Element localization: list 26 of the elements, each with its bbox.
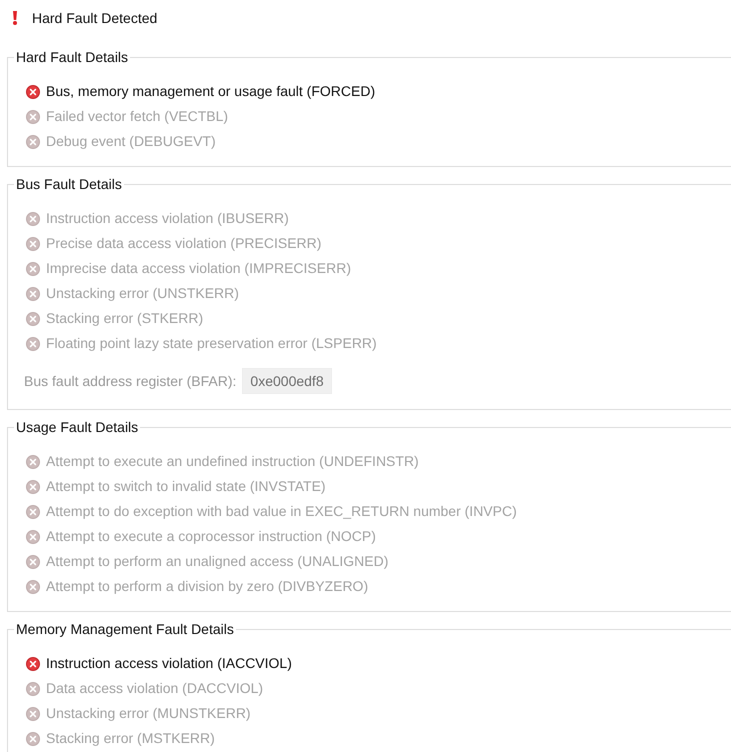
group-title: Bus Fault Details [15,175,123,193]
fault-flag-label: Unstacking error (MUNSTKERR) [46,705,251,722]
group-title: Memory Management Fault Details [15,620,235,638]
fault-flag-label: Precise data access violation (PRECISERR) [46,235,322,252]
fault-flag-label: Stacking error (MSTKERR) [46,730,215,747]
group-title: Hard Fault Details [15,48,130,66]
fault-flag-label: Attempt to perform a division by zero (DIVBYZERO) [46,578,368,595]
fault-flag-label: Instruction access violation (IBUSERR) [46,210,289,227]
group-title: Usage Fault Details [15,418,140,436]
exclamation-icon [12,11,18,25]
fault-flag-label: Attempt to execute an undefined instruction (UNDEFINSTR) [46,453,419,470]
fault-flag-label: Attempt to do exception with bad value in EXEC_RETURN number (INVPC) [46,503,517,520]
register-label: Bus fault address register (BFAR): [24,372,236,390]
fault-flag-label: Failed vector fetch (VECTBL) [46,108,228,125]
fault-heading: Hard Fault Detected [32,9,158,27]
fault-flag-label: Data access violation (DACCVIOL) [46,680,264,697]
fault-flag-label: Imprecise data access violation (IMPRECISERR) [46,260,351,277]
fault-flag-label: Floating point lazy state preservation error (LSPERR) [46,335,377,352]
fault-flag-label: Attempt to execute a coprocessor instruction (NOCP) [46,528,376,545]
fault-flag-label: Debug event (DEBUGEVT) [46,133,216,150]
fault-flag-label: Stacking error (STKERR) [46,310,204,327]
fault-flag-label: Attempt to switch to invalid state (INVSTATE) [46,478,326,495]
fault-flag-label: Attempt to perform an unaligned access (UNALIGNED) [46,553,388,570]
fault-flag-label: Bus, memory management or usage fault (FORCED) [46,83,376,100]
fault-flag-label: Instruction access violation (IACCVIOL) [46,655,292,672]
fault-flag-label: Unstacking error (UNSTKERR) [46,285,239,302]
